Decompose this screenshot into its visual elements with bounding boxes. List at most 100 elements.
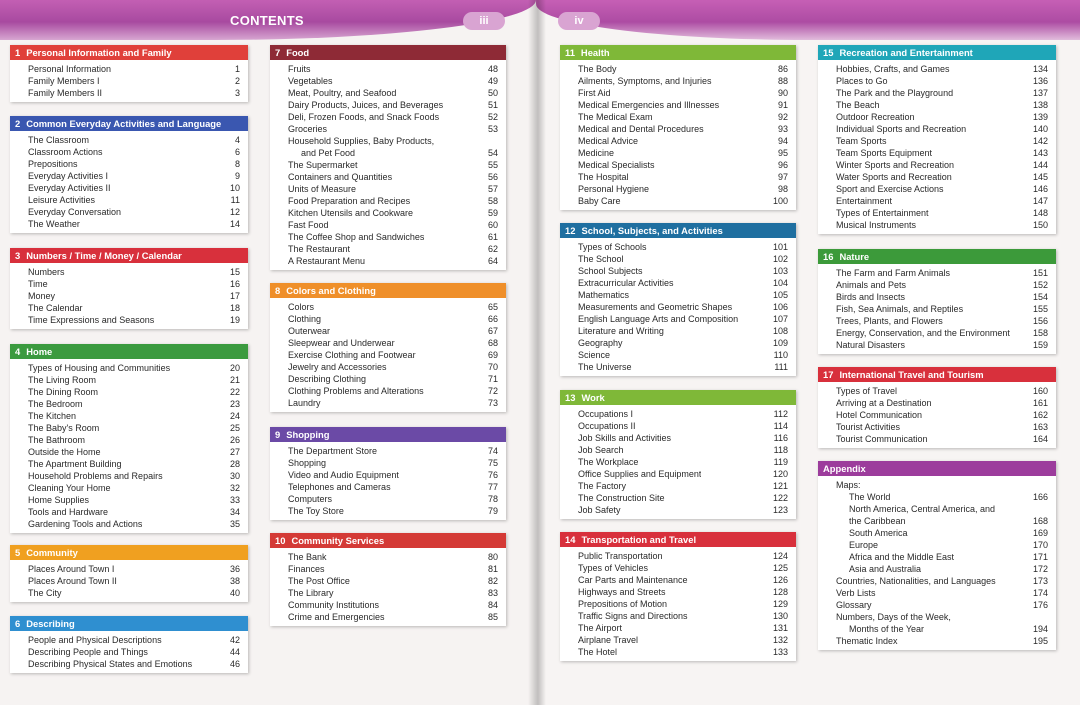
toc-entry[interactable]: Kitchen Utensils and Cookware 59 xyxy=(288,207,498,219)
toc-entry[interactable]: Mathematics 105 xyxy=(578,289,788,301)
toc-entry[interactable]: Job Skills and Activities 116 xyxy=(578,432,788,444)
toc-entry[interactable]: Types of Schools 101 xyxy=(578,241,788,253)
toc-entry[interactable]: The Living Room 21 xyxy=(28,374,240,386)
toc-entry[interactable]: Household Supplies, Baby Products, xyxy=(288,135,498,147)
toc-entry[interactable]: Literature and Writing 108 xyxy=(578,325,788,337)
toc-entry[interactable]: The Department Store 74 xyxy=(288,445,498,457)
toc-entry[interactable]: The World 166 xyxy=(836,491,1048,503)
toc-entry[interactable]: Fruits 48 xyxy=(288,63,498,75)
toc-entry[interactable]: Medicine 95 xyxy=(578,147,788,159)
toc-entry[interactable]: Geography 109 xyxy=(578,337,788,349)
toc-entry[interactable]: The Bathroom 26 xyxy=(28,434,240,446)
toc-entry[interactable]: Numbers 15 xyxy=(28,266,240,278)
toc-entry[interactable]: Measurements and Geometric Shapes 106 xyxy=(578,301,788,313)
toc-entry[interactable]: The Bedroom 23 xyxy=(28,398,240,410)
toc-entry[interactable]: North America, Central America, and xyxy=(836,503,1048,515)
toc-entry[interactable]: the Caribbean 168 xyxy=(836,515,1048,527)
toc-entry[interactable]: Energy, Conservation, and the Environmen… xyxy=(836,327,1048,339)
toc-entry[interactable]: Jewelry and Accessories 70 xyxy=(288,361,498,373)
toc-entry[interactable]: Sleepwear and Underwear 68 xyxy=(288,337,498,349)
toc-entry[interactable]: Science 110 xyxy=(578,349,788,361)
toc-entry[interactable]: Animals and Pets 152 xyxy=(836,279,1048,291)
toc-entry[interactable]: Dairy Products, Juices, and Beverages 51 xyxy=(288,99,498,111)
toc-entry[interactable]: The Hospital 97 xyxy=(578,171,788,183)
toc-entry[interactable]: The Park and the Playground 137 xyxy=(836,87,1048,99)
toc-entry[interactable]: Team Sports 142 xyxy=(836,135,1048,147)
toc-entry[interactable]: Everyday Activities II 10 xyxy=(28,182,240,194)
toc-entry[interactable]: Team Sports Equipment 143 xyxy=(836,147,1048,159)
toc-entry[interactable]: The Toy Store 79 xyxy=(288,505,498,517)
toc-entry[interactable]: Leisure Activities 11 xyxy=(28,194,240,206)
toc-entry[interactable]: Fast Food 60 xyxy=(288,219,498,231)
toc-entry[interactable]: Food Preparation and Recipes 58 xyxy=(288,195,498,207)
toc-entry[interactable]: Maps: xyxy=(836,479,1048,491)
toc-entry[interactable]: The Supermarket 55 xyxy=(288,159,498,171)
toc-entry[interactable]: Hobbies, Crafts, and Games 134 xyxy=(836,63,1048,75)
toc-entry[interactable]: Hotel Communication 162 xyxy=(836,409,1048,421)
toc-entry[interactable]: The Hotel 133 xyxy=(578,646,788,658)
toc-entry[interactable]: Europe 170 xyxy=(836,539,1048,551)
toc-entry[interactable]: Crime and Emergencies 85 xyxy=(288,611,498,623)
toc-entry[interactable]: Places to Go 136 xyxy=(836,75,1048,87)
toc-entry[interactable]: Everyday Conversation 12 xyxy=(28,206,240,218)
toc-entry[interactable]: Deli, Frozen Foods, and Snack Foods 52 xyxy=(288,111,498,123)
toc-entry[interactable]: Tourist Communication 164 xyxy=(836,433,1048,445)
toc-entry[interactable]: Months of the Year 194 xyxy=(836,623,1048,635)
toc-entry[interactable]: Colors 65 xyxy=(288,301,498,313)
toc-entry[interactable]: Meat, Poultry, and Seafood 50 xyxy=(288,87,498,99)
toc-entry[interactable]: Prepositions 8 xyxy=(28,158,240,170)
toc-entry[interactable]: Community Institutions 84 xyxy=(288,599,498,611)
toc-entry[interactable]: Occupations II 114 xyxy=(578,420,788,432)
toc-entry[interactable]: Occupations I 112 xyxy=(578,408,788,420)
toc-entry[interactable]: Job Safety 123 xyxy=(578,504,788,516)
toc-entry[interactable]: Shopping 75 xyxy=(288,457,498,469)
toc-entry[interactable]: Africa and the Middle East 171 xyxy=(836,551,1048,563)
toc-entry[interactable]: English Language Arts and Composition 107 xyxy=(578,313,788,325)
toc-entry[interactable]: Extracurricular Activities 104 xyxy=(578,277,788,289)
toc-entry[interactable]: Time 16 xyxy=(28,278,240,290)
toc-entry[interactable]: Personal Information 1 xyxy=(28,63,240,75)
toc-entry[interactable]: Everyday Activities I 9 xyxy=(28,170,240,182)
toc-entry[interactable]: Containers and Quantities 56 xyxy=(288,171,498,183)
toc-entry[interactable]: The Library 83 xyxy=(288,587,498,599)
toc-entry[interactable]: Highways and Streets 128 xyxy=(578,586,788,598)
toc-entry[interactable]: The Medical Exam 92 xyxy=(578,111,788,123)
toc-entry[interactable]: Trees, Plants, and Flowers 156 xyxy=(836,315,1048,327)
toc-entry[interactable]: Public Transportation 124 xyxy=(578,550,788,562)
toc-entry[interactable]: Thematic Index 195 xyxy=(836,635,1048,647)
toc-entry[interactable]: Exercise Clothing and Footwear 69 xyxy=(288,349,498,361)
toc-entry[interactable]: Places Around Town II 38 xyxy=(28,575,240,587)
toc-entry[interactable]: The Construction Site 122 xyxy=(578,492,788,504)
toc-entry[interactable]: Computers 78 xyxy=(288,493,498,505)
toc-entry[interactable]: Car Parts and Maintenance 126 xyxy=(578,574,788,586)
toc-entry[interactable]: The Dining Room 22 xyxy=(28,386,240,398)
toc-entry[interactable]: The Factory 121 xyxy=(578,480,788,492)
toc-entry[interactable]: Birds and Insects 154 xyxy=(836,291,1048,303)
toc-entry[interactable]: Home Supplies 33 xyxy=(28,494,240,506)
toc-entry[interactable]: Gardening Tools and Actions 35 xyxy=(28,518,240,530)
toc-entry[interactable]: The Farm and Farm Animals 151 xyxy=(836,267,1048,279)
toc-entry[interactable]: The School 102 xyxy=(578,253,788,265)
toc-entry[interactable]: Describing Clothing 71 xyxy=(288,373,498,385)
toc-entry[interactable]: Places Around Town I 36 xyxy=(28,563,240,575)
toc-entry[interactable]: Vegetables 49 xyxy=(288,75,498,87)
toc-entry[interactable]: Baby Care 100 xyxy=(578,195,788,207)
toc-entry[interactable]: The Weather 14 xyxy=(28,218,240,230)
toc-entry[interactable]: Tourist Activities 163 xyxy=(836,421,1048,433)
toc-entry[interactable]: Office Supplies and Equipment 120 xyxy=(578,468,788,480)
toc-entry[interactable]: Types of Travel 160 xyxy=(836,385,1048,397)
toc-entry[interactable]: The Baby's Room 25 xyxy=(28,422,240,434)
toc-entry[interactable]: Family Members II 3 xyxy=(28,87,240,99)
toc-entry[interactable]: Cleaning Your Home 32 xyxy=(28,482,240,494)
toc-entry[interactable]: The Beach 138 xyxy=(836,99,1048,111)
toc-entry[interactable]: Classroom Actions 6 xyxy=(28,146,240,158)
toc-entry[interactable]: The Classroom 4 xyxy=(28,134,240,146)
toc-entry[interactable]: People and Physical Descriptions 42 xyxy=(28,634,240,646)
toc-entry[interactable]: The Universe 111 xyxy=(578,361,788,373)
toc-entry[interactable]: Laundry 73 xyxy=(288,397,498,409)
toc-entry[interactable]: Money 17 xyxy=(28,290,240,302)
toc-entry[interactable]: Household Problems and Repairs 30 xyxy=(28,470,240,482)
toc-entry[interactable]: Sport and Exercise Actions 146 xyxy=(836,183,1048,195)
toc-entry[interactable]: The Calendar 18 xyxy=(28,302,240,314)
toc-entry[interactable]: Arriving at a Destination 161 xyxy=(836,397,1048,409)
